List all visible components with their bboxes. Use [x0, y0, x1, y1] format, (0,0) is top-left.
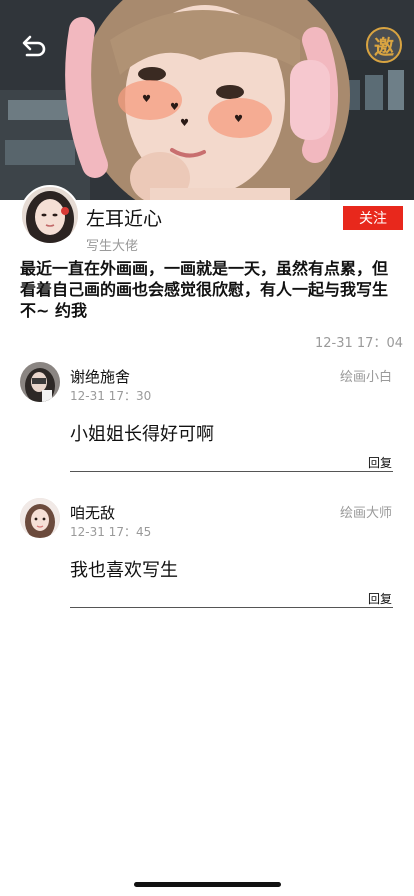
back-arrow-icon [22, 35, 46, 57]
author-avatar-image [22, 187, 78, 243]
comment-text: 我也喜欢写生 [70, 560, 178, 581]
commenter-name[interactable]: 谢绝施舍 [70, 366, 130, 387]
svg-text:♥: ♥ [142, 94, 151, 105]
author-title: 写生大佬 [86, 239, 139, 254]
post-timestamp: 12-31 17：04 [315, 336, 403, 351]
svg-text:♥: ♥ [234, 114, 243, 125]
cover-photo-illustration: ♥ ♥ ♥ ♥ [0, 0, 414, 200]
comment-timestamp: 12-31 17：45 [70, 525, 152, 539]
comment-divider [70, 471, 393, 472]
commenter-name[interactable]: 咱无敌 [70, 502, 115, 523]
invite-button[interactable]: 邀 [366, 27, 402, 63]
author-avatar[interactable] [20, 185, 80, 245]
cover-photo: ♥ ♥ ♥ ♥ 邀 [0, 0, 414, 200]
commenter-avatar[interactable] [20, 498, 60, 538]
commenter-avatar-image [20, 498, 60, 538]
comment-timestamp: 12-31 17：30 [70, 389, 152, 403]
commenter-avatar[interactable] [20, 362, 60, 402]
commenter-avatar-image [20, 362, 60, 402]
svg-text:♥: ♥ [170, 102, 179, 113]
reply-button[interactable]: 回复 [368, 454, 392, 471]
post-content: 最近一直在外画画，一画就是一天，虽然有点累，但看着自己画的画也会感觉很欣慰，有人… [20, 259, 389, 320]
comment-divider [70, 607, 393, 608]
reply-button[interactable]: 回复 [368, 590, 392, 607]
commenter-level: 绘画大师 [339, 506, 392, 521]
back-button[interactable] [14, 30, 54, 62]
author-name[interactable]: 左耳近心 [86, 204, 162, 231]
comment-text: 小姐姐长得好可啊 [70, 424, 214, 445]
follow-button[interactable]: 关注 [343, 206, 403, 230]
home-indicator[interactable] [134, 882, 281, 887]
svg-text:♥: ♥ [180, 118, 189, 129]
commenter-level: 绘画小白 [339, 370, 392, 385]
invite-label: 邀 [374, 34, 394, 59]
